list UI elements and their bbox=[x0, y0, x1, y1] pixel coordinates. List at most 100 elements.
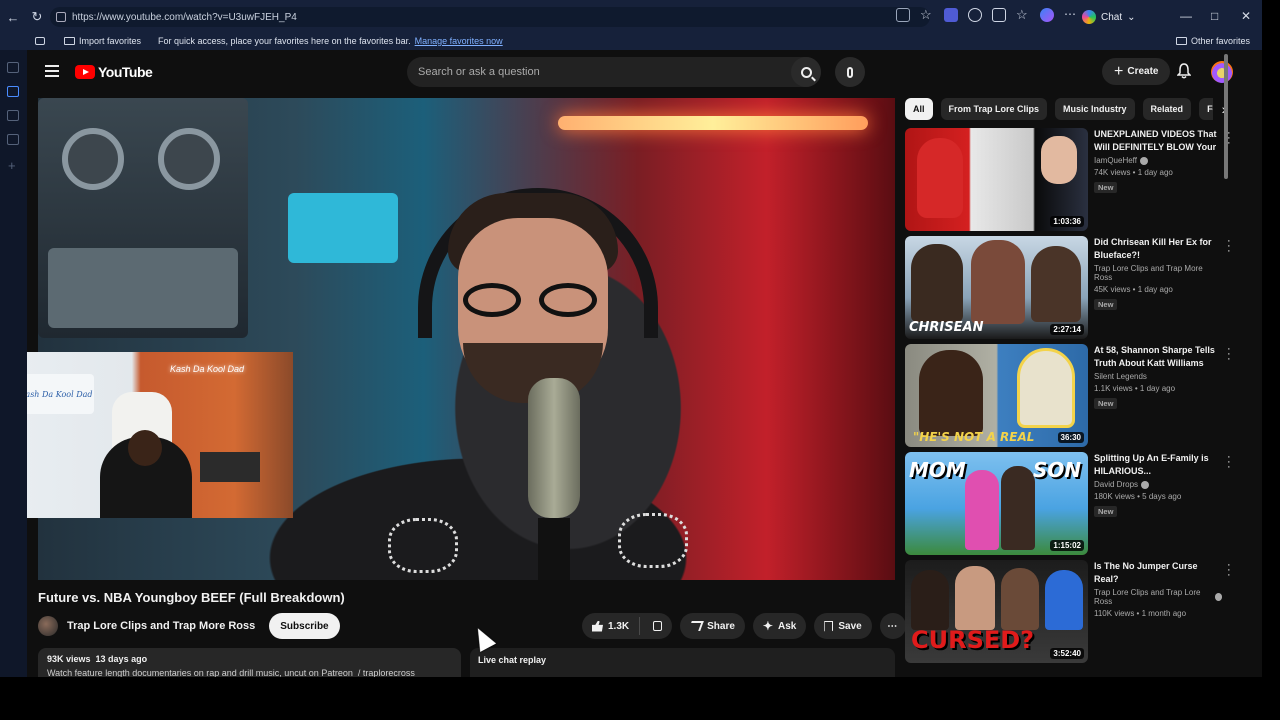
video-title[interactable]: At 58, Shannon Sharpe Tells Truth About … bbox=[1094, 344, 1222, 369]
list-item[interactable]: MOM SON 1:15:02 Splitting Up An E-Family… bbox=[905, 452, 1235, 556]
kebab-menu-icon[interactable]: · · · bbox=[1227, 236, 1231, 257]
video-duration: 36:30 bbox=[1057, 432, 1084, 443]
search-button[interactable] bbox=[791, 57, 821, 87]
search-input[interactable]: Search or ask a question bbox=[407, 57, 821, 87]
streamer-head bbox=[128, 430, 162, 466]
video-thumbnail[interactable]: 1:03:36 bbox=[905, 128, 1088, 231]
ask-button[interactable]: ✦ Ask bbox=[752, 613, 807, 639]
page-scrollbar[interactable] bbox=[1224, 54, 1228, 179]
tab-icon[interactable] bbox=[7, 110, 19, 121]
minimize-icon[interactable]: — bbox=[1180, 9, 1192, 23]
new-tab-plus-icon[interactable]: + bbox=[8, 158, 16, 173]
new-badge: New bbox=[1094, 398, 1118, 409]
speaker-icon[interactable] bbox=[7, 134, 19, 145]
channel-label: David Drops bbox=[1094, 480, 1139, 489]
audio-tab-icon[interactable] bbox=[7, 86, 19, 97]
favorites-bar: Import favorites For quick access, place… bbox=[0, 34, 1262, 50]
tab-actions-icon[interactable] bbox=[7, 62, 19, 73]
list-item[interactable]: "HE'S NOT A REAL 36:30 At 58, Shannon Sh… bbox=[905, 344, 1235, 448]
favorites-message-text: For quick access, place your favorites h… bbox=[158, 36, 411, 46]
chip-all[interactable]: All bbox=[905, 98, 933, 120]
import-favorites-button[interactable]: Import favorites bbox=[64, 36, 141, 46]
video-title: Future vs. NBA Youngboy BEEF (Full Break… bbox=[38, 590, 345, 605]
browser-toolbar: ← ↻ https://www.youtube.com/watch?v=U3uw… bbox=[0, 0, 1262, 34]
description-handle[interactable]: / traplorecross bbox=[358, 668, 415, 677]
chip-related[interactable]: Related bbox=[1142, 98, 1192, 120]
share-button[interactable]: Share bbox=[680, 613, 745, 639]
extension-icon[interactable] bbox=[968, 8, 982, 22]
channel-name[interactable]: Silent Legends bbox=[1094, 372, 1222, 381]
back-arrow-icon[interactable]: ← bbox=[2, 6, 24, 28]
chip-music-industry[interactable]: Music Industry bbox=[1055, 98, 1135, 120]
hamburger-menu-icon[interactable] bbox=[45, 65, 59, 77]
favorite-star-icon[interactable]: ☆ bbox=[920, 8, 934, 22]
view-count: 93K views bbox=[47, 654, 91, 664]
extension-icon[interactable] bbox=[992, 8, 1006, 22]
subscribe-button[interactable]: Subscribe bbox=[269, 613, 340, 639]
video-title[interactable]: Splitting Up An E-Family is HILARIOUS... bbox=[1094, 452, 1222, 477]
kebab-menu-icon[interactable]: · · · bbox=[1227, 344, 1231, 365]
ask-label: Ask bbox=[777, 620, 797, 632]
channel-name[interactable]: IamQueHeff bbox=[1094, 156, 1222, 165]
site-info-icon[interactable] bbox=[56, 12, 66, 22]
channel-name[interactable]: Trap Lore Clips and Trap More Ross bbox=[1094, 264, 1222, 282]
video-meta: Is The No Jumper Curse Real? Trap Lore C… bbox=[1094, 560, 1222, 618]
kebab-menu-icon[interactable]: · · · bbox=[1227, 560, 1231, 581]
channel-name[interactable]: Trap Lore Clips and Trap Lore Ross bbox=[1094, 588, 1222, 606]
reader-view-icon[interactable] bbox=[896, 8, 910, 22]
live-chat-replay[interactable]: Live chat replay bbox=[470, 648, 895, 677]
other-favorites-button[interactable]: Other favorites bbox=[1175, 36, 1250, 46]
video-thumbnail[interactable]: MOM SON 1:15:02 bbox=[905, 452, 1088, 555]
dislike-button[interactable] bbox=[653, 621, 663, 631]
video-thumbnail[interactable]: "HE'S NOT A REAL 36:30 bbox=[905, 344, 1088, 447]
collections-icon[interactable] bbox=[35, 37, 45, 45]
address-bar[interactable]: https://www.youtube.com/watch?v=U3uwFJEH… bbox=[50, 7, 930, 27]
like-button[interactable]: 1.3K bbox=[592, 617, 641, 635]
close-icon[interactable]: ✕ bbox=[1241, 9, 1251, 23]
person-figure bbox=[1017, 348, 1075, 428]
thumbnail-text: "HE'S NOT A REAL bbox=[913, 430, 1035, 444]
new-badge: New bbox=[1094, 182, 1118, 193]
create-button[interactable]: + Create bbox=[1102, 58, 1171, 85]
account-avatar[interactable] bbox=[1211, 61, 1233, 83]
maximize-icon[interactable]: □ bbox=[1211, 9, 1218, 23]
share-label: Share bbox=[707, 620, 735, 632]
video-stats: 74K views • 1 day ago bbox=[1094, 168, 1173, 177]
manage-favorites-link[interactable]: Manage favorites now bbox=[415, 36, 503, 46]
description-box[interactable]: 93K views 13 days ago Watch feature leng… bbox=[38, 648, 461, 677]
chevron-down-icon: ⌄ bbox=[1127, 11, 1136, 23]
like-dislike-group: 1.3K bbox=[582, 613, 673, 639]
video-title[interactable]: Did Chrisean Kill Her Ex for Blueface?! bbox=[1094, 236, 1222, 261]
channel-avatar[interactable] bbox=[38, 616, 58, 636]
description-preview: Watch feature length documentaries on ra… bbox=[47, 668, 353, 677]
video-thumbnail[interactable]: CURSED? 3:52:40 bbox=[905, 560, 1088, 663]
video-title[interactable]: UNEXPLAINED VIDEOS That Will DEFINITELY … bbox=[1094, 128, 1222, 153]
more-menu-icon[interactable]: ⋯ bbox=[1064, 8, 1078, 22]
reload-icon[interactable]: ↻ bbox=[26, 6, 48, 28]
list-item[interactable]: CURSED? 3:52:40 Is The No Jumper Curse R… bbox=[905, 560, 1235, 664]
tape-reel bbox=[62, 128, 124, 190]
create-label: Create bbox=[1127, 66, 1159, 77]
list-item[interactable]: CHRISEAN 2:27:14 Did Chrisean Kill Her E… bbox=[905, 236, 1235, 340]
person-figure bbox=[1045, 570, 1083, 630]
video-meta: Splitting Up An E-Family is HILARIOUS...… bbox=[1094, 452, 1222, 519]
chip-from-channel[interactable]: From Trap Lore Clips bbox=[940, 98, 1048, 120]
portrait bbox=[1041, 136, 1077, 184]
profile-icon[interactable] bbox=[1040, 8, 1054, 22]
youtube-logo[interactable]: YouTube bbox=[75, 64, 153, 80]
video-title[interactable]: Is The No Jumper Curse Real? bbox=[1094, 560, 1222, 585]
notifications-bell-icon[interactable] bbox=[1177, 63, 1191, 79]
list-item[interactable]: 1:03:36 UNEXPLAINED VIDEOS That Will DEF… bbox=[905, 128, 1235, 232]
voice-search-button[interactable] bbox=[835, 57, 865, 87]
video-thumbnail[interactable]: CHRISEAN 2:27:14 bbox=[905, 236, 1088, 339]
streamer-overlay: Kash Da Kool Dad Kash Da Kool Dad bbox=[27, 352, 293, 518]
video-duration: 3:52:40 bbox=[1050, 648, 1084, 659]
copilot-chat-button[interactable]: Chat ⌄ bbox=[1082, 7, 1136, 27]
kebab-menu-icon[interactable]: · · · bbox=[1227, 452, 1231, 473]
channel-name[interactable]: David Drops bbox=[1094, 480, 1222, 489]
favorites-icon[interactable]: ☆ bbox=[1016, 8, 1030, 22]
bitwarden-icon[interactable] bbox=[944, 8, 958, 22]
more-actions-button[interactable]: ⋯ bbox=[879, 613, 906, 639]
channel-name[interactable]: Trap Lore Clips and Trap More Ross bbox=[67, 620, 255, 632]
save-button[interactable]: Save bbox=[814, 613, 872, 639]
